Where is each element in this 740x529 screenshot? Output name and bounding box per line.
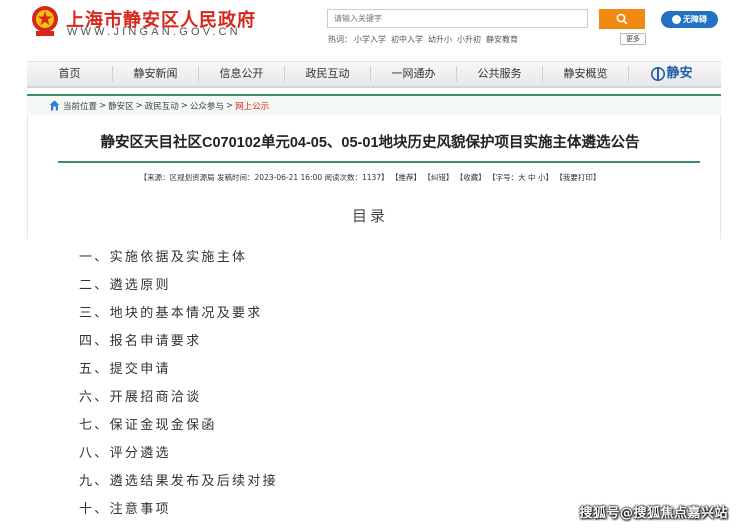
jingan-logo-icon (651, 67, 666, 81)
print-link[interactable]: 【我要打印】 (555, 173, 600, 182)
national-emblem-icon (32, 6, 58, 36)
main-nav: 首页 静安新闻 信息公开 政民互动 一网通办 公共服务 静安概览 静安 (27, 61, 721, 88)
breadcrumb-link[interactable]: 公众参与 (190, 100, 224, 112)
breadcrumb: 当前位置 > 静安区 > 政民互动 > 公众参与 > 网上公示 (27, 94, 721, 115)
more-hotwords-button[interactable]: 更多 (620, 33, 646, 45)
breadcrumb-current[interactable]: 网上公示 (235, 100, 269, 112)
search-icon (616, 13, 628, 25)
toc-item: 九、遴选结果发布及后续对接 (79, 474, 278, 489)
hotword-link[interactable]: 小学入学 (354, 35, 386, 44)
accessibility-button[interactable]: 无障碍 (661, 11, 718, 28)
hotwords-label: 热词： (328, 35, 352, 44)
meta-publish-time: 发稿时间：2023-06-21 16:00 (217, 173, 323, 182)
nav-item-info-disclosure[interactable]: 信息公开 (199, 66, 285, 82)
correct-link[interactable]: 【纠错】 (423, 173, 453, 182)
toc-item: 三、地块的基本情况及要求 (79, 306, 263, 321)
meta-views: 阅读次数：1137】 (324, 173, 389, 182)
hotword-link[interactable]: 幼升小 (428, 35, 452, 44)
jingan-app-logo[interactable]: 静安 (629, 66, 715, 82)
toc-heading: 目录 (351, 207, 388, 225)
breadcrumb-lead: 当前位置 (63, 101, 98, 112)
nav-item-interaction[interactable]: 政民互动 (285, 66, 371, 82)
breadcrumb-separator: > (180, 100, 188, 111)
accessibility-label: 无障碍 (683, 15, 707, 24)
toc-item: 七、保证金现金保函 (79, 418, 217, 433)
article-meta: 【来源：区规划资源局 发稿时间：2023-06-21 16:00 阅读次数：11… (0, 172, 740, 183)
toc-item: 一、实施依据及实施主体 (79, 250, 248, 265)
article-title: 静安区天目社区C070102单元04-05、05-01地块历史风貌保护项目实施主… (100, 135, 640, 151)
meta-source: 【来源：区规划资源局 (139, 173, 215, 182)
nav-item-one-stop-service[interactable]: 一网通办 (371, 66, 457, 82)
table-of-contents: 一、实施依据及实施主体 二、遴选原则 三、地块的基本情况及要求 四、报名申请要求… (79, 248, 278, 528)
toc-item: 八、评分遴选 (79, 446, 171, 461)
toc-item: 四、报名申请要求 (79, 334, 202, 349)
nav-item-home[interactable]: 首页 (27, 66, 113, 82)
hotwords: 热词： 小学入学 初中入学 幼升小 小升初 静安教育 (328, 34, 523, 45)
breadcrumb-separator: > (99, 100, 107, 111)
breadcrumb-link[interactable]: 政民互动 (145, 100, 179, 112)
toc-item: 十、注意事项 (79, 502, 171, 517)
jingan-logo-text: 静安 (666, 66, 693, 81)
breadcrumb-separator: > (135, 100, 143, 111)
favorite-link[interactable]: 【收藏】 (456, 173, 486, 182)
accessibility-icon (672, 15, 681, 24)
nav-item-news[interactable]: 静安新闻 (113, 66, 199, 82)
hotword-link[interactable]: 初中入学 (391, 35, 423, 44)
home-icon (49, 100, 60, 111)
toc-item: 二、遴选原则 (79, 278, 171, 293)
search-button[interactable] (599, 9, 645, 29)
nav-item-public-service[interactable]: 公共服务 (457, 66, 543, 82)
site-url: WWW.JINGAN.GOV.CN (67, 26, 241, 38)
title-divider (58, 161, 700, 163)
hotword-link[interactable]: 静安教育 (486, 35, 518, 44)
search-input[interactable] (327, 9, 588, 28)
toc-item: 六、开展招商洽谈 (79, 390, 202, 405)
recommend-link[interactable]: 【推荐】 (391, 173, 421, 182)
breadcrumb-separator: > (225, 100, 234, 111)
nav-item-overview[interactable]: 静安概览 (543, 66, 629, 82)
font-size-control[interactable]: 【字号：大 中 小】 (488, 173, 553, 182)
toc-item: 五、提交申请 (79, 362, 171, 377)
breadcrumb-link[interactable]: 静安区 (108, 100, 134, 112)
watermark: 搜狐号@搜狐焦点嘉兴站 (579, 506, 728, 521)
hotword-link[interactable]: 小升初 (457, 35, 481, 44)
